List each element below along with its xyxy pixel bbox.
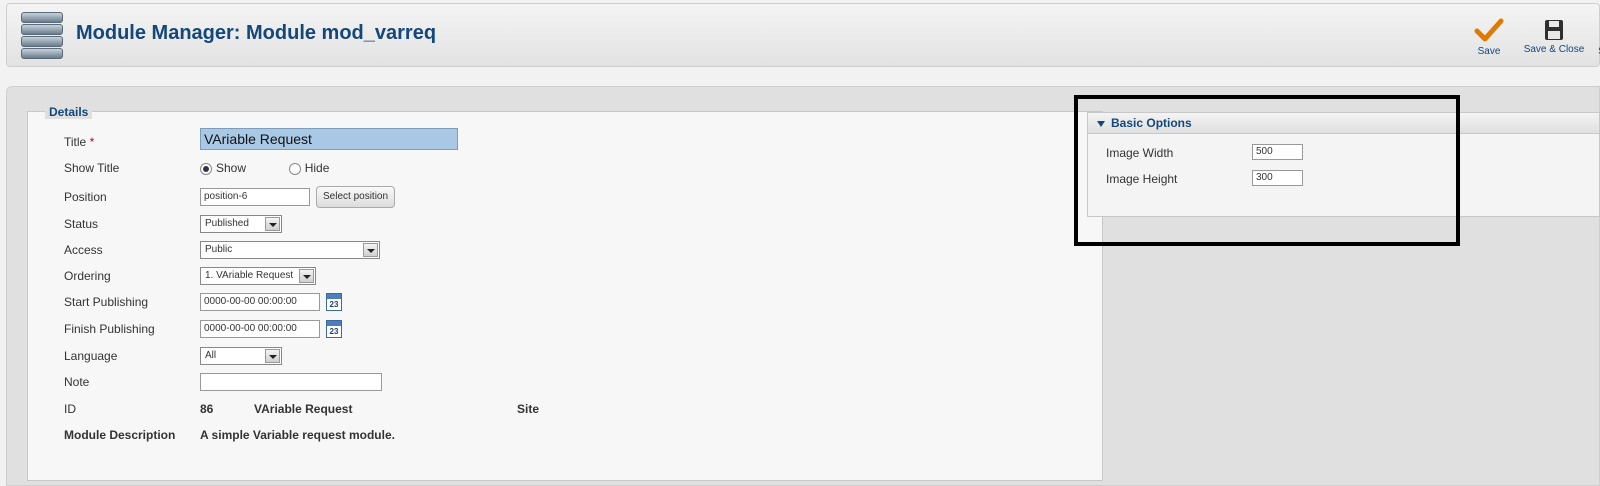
details-legend: Details [45, 105, 93, 119]
save-close-button-label: Save & Close [1523, 44, 1585, 55]
image-height-input[interactable]: 300 [1252, 170, 1303, 186]
start-publishing-input[interactable]: 0000-00-00 00:00:00 [200, 293, 320, 311]
image-height-label: Image Height [1106, 172, 1178, 186]
show-radio[interactable] [200, 162, 212, 175]
status-select[interactable]: Published [200, 215, 282, 233]
id-value: 86 [200, 402, 214, 416]
chevron-down-icon [265, 349, 280, 363]
basic-options-heading: Basic Options [1111, 116, 1192, 130]
details-fieldset: Title * VAriable Request Show Title Show… [27, 111, 1103, 481]
hide-option-label: Hide [304, 161, 330, 175]
basic-options-panel: Basic Options Image Width 500 Image Heig… [1087, 112, 1600, 217]
toolbar-header: Module Manager: Module mod_varreq Save S… [6, 3, 1600, 67]
note-input[interactable] [200, 373, 382, 391]
ordering-value: 1. VAriable Request [205, 270, 294, 281]
position-input[interactable]: position-6 [200, 188, 310, 206]
chevron-down-icon [265, 217, 280, 231]
calendar-icon[interactable]: 23 [326, 320, 342, 338]
status-value: Published [205, 218, 249, 229]
id-module-name: VAriable Request [254, 402, 353, 416]
basic-options-toggle[interactable]: Basic Options [1088, 113, 1599, 134]
start-publishing-label: Start Publishing [64, 295, 149, 309]
select-position-button[interactable]: Select position [316, 186, 396, 208]
save-button[interactable]: Save [1469, 18, 1509, 57]
description-value: A simple Variable request module. [200, 428, 395, 442]
access-value: Public [205, 244, 233, 255]
module-stack-icon [21, 12, 63, 60]
hide-radio[interactable] [288, 162, 301, 175]
show-title-label: Show Title [64, 161, 120, 175]
language-value: All [205, 350, 217, 361]
save-button-label: Save [1477, 46, 1501, 57]
finish-publishing-input[interactable]: 0000-00-00 00:00:00 [200, 320, 320, 338]
floppy-disk-icon [1545, 20, 1563, 40]
finish-publishing-label: Finish Publishing [64, 322, 155, 336]
checkmark-icon [1474, 18, 1504, 42]
chevron-down-icon [363, 243, 378, 257]
calendar-icon[interactable]: 23 [326, 293, 342, 311]
title-label: Title * [64, 135, 95, 149]
image-width-label: Image Width [1106, 146, 1174, 160]
image-width-row: Image Width 500 [1106, 144, 1303, 162]
ordering-select[interactable]: 1. VAriable Request [200, 267, 316, 285]
image-width-input[interactable]: 500 [1252, 144, 1303, 160]
language-select[interactable]: All [200, 347, 282, 365]
triangle-down-icon [1097, 120, 1105, 127]
id-label: ID [64, 402, 76, 416]
status-label: Status [64, 217, 99, 231]
id-client: Site [517, 402, 540, 416]
description-label: Module Description [64, 428, 176, 442]
required-mark: * [89, 135, 95, 149]
language-label: Language [64, 349, 118, 363]
note-label: Note [64, 375, 90, 389]
image-height-row: Image Height 300 [1106, 170, 1303, 188]
save-new-button[interactable]: S [1596, 46, 1600, 57]
position-label: Position [64, 190, 107, 204]
title-input[interactable]: VAriable Request [200, 128, 458, 150]
access-select[interactable]: Public [200, 241, 380, 259]
page-title: Module Manager: Module mod_varreq [76, 22, 437, 44]
save-close-button[interactable]: Save & Close [1519, 18, 1589, 55]
chevron-down-icon [299, 269, 314, 283]
show-option-label: Show [216, 161, 247, 175]
ordering-label: Ordering [64, 269, 111, 283]
access-label: Access [64, 243, 103, 257]
